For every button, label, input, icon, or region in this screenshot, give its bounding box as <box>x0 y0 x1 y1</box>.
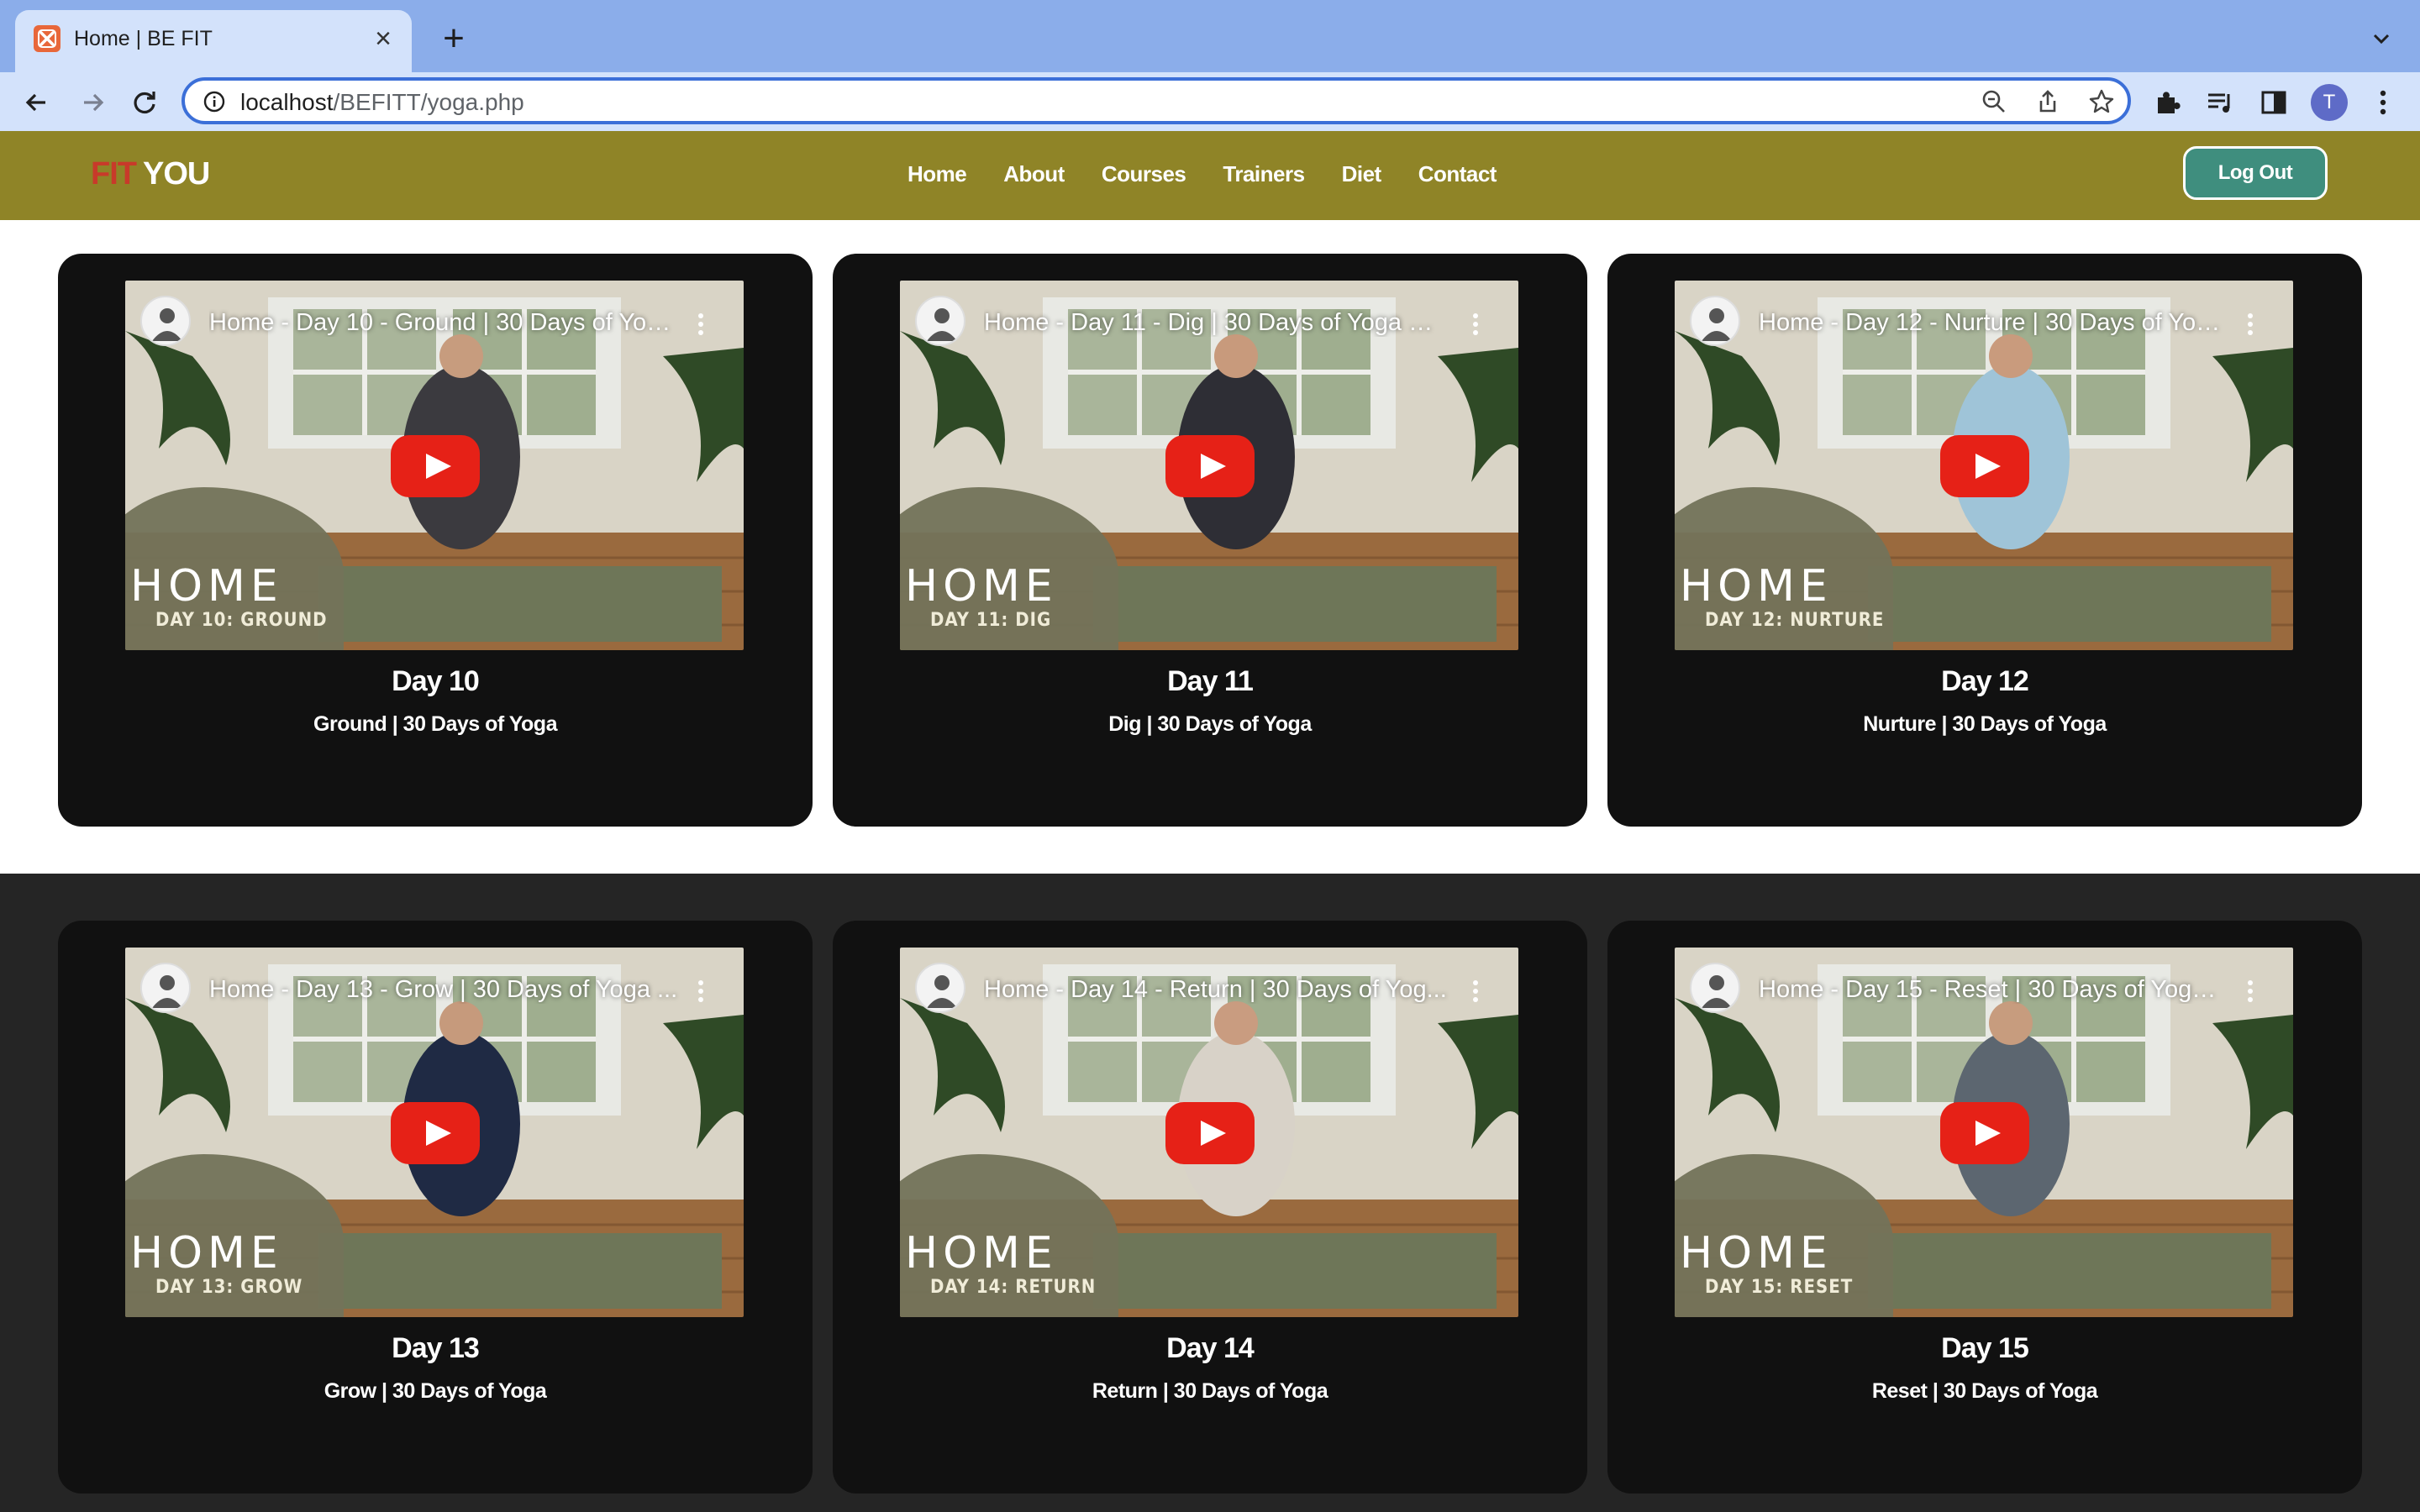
new-tab-icon[interactable]: + <box>437 20 471 57</box>
youtube-embed[interactable]: HOME DAY 10: GROUND Home - Day 10 - Grou… <box>125 281 744 650</box>
tab-search-chevron-icon[interactable] <box>2368 25 2395 52</box>
reload-icon[interactable] <box>128 86 161 119</box>
forward-arrow-icon[interactable] <box>76 86 109 119</box>
overlay-home-text: HOME <box>1680 1228 1833 1278</box>
youtube-embed[interactable]: HOME DAY 15: RESET Home - Day 15 - Reset… <box>1675 948 2293 1317</box>
nav-trainers[interactable]: Trainers <box>1223 161 1305 187</box>
share-icon[interactable] <box>2033 87 2062 116</box>
media-queue-icon[interactable] <box>2203 86 2237 119</box>
play-button-icon[interactable] <box>1165 1102 1255 1164</box>
youtube-embed[interactable]: HOME DAY 13: GROW Home - Day 13 - Grow |… <box>125 948 744 1317</box>
nav-about[interactable]: About <box>1003 161 1065 187</box>
channel-avatar[interactable] <box>1690 963 1740 1013</box>
back-arrow-icon[interactable] <box>20 86 54 119</box>
card-subtitle: Grow | 30 Days of Yoga <box>324 1379 547 1403</box>
logo-you: YOU <box>142 156 210 192</box>
card-title: Day 12 <box>1941 665 2029 697</box>
video-more-icon[interactable] <box>1471 312 1480 336</box>
nav-diet[interactable]: Diet <box>1342 161 1382 187</box>
nav-contact[interactable]: Contact <box>1418 161 1497 187</box>
overlay-home-text: HOME <box>130 561 283 612</box>
browser-toolbar: localhost/BEFITT/yoga.php T <box>0 72 2420 131</box>
video-title[interactable]: Home - Day 11 - Dig | 30 Days of Yoga Wi… <box>984 309 1455 337</box>
logo-fit: FIT <box>91 156 137 192</box>
video-more-icon[interactable] <box>697 312 705 336</box>
video-title[interactable]: Home - Day 15 - Reset | 30 Days of Yoga … <box>1759 976 2229 1004</box>
logout-button[interactable]: Log Out <box>2183 146 2328 200</box>
side-panel-icon[interactable] <box>2257 86 2291 119</box>
tab-close-icon[interactable]: × <box>368 24 398 54</box>
url-host: localhost <box>240 89 334 115</box>
video-title[interactable]: Home - Day 14 - Return | 30 Days of Yog.… <box>984 976 1455 1004</box>
channel-avatar[interactable] <box>915 296 965 346</box>
overlay-home-text: HOME <box>905 1228 1058 1278</box>
url-text: localhost/BEFITT/yoga.php <box>240 89 524 116</box>
zoom-icon[interactable] <box>1980 87 2008 116</box>
video-card-5: HOME DAY 14: RETURN Home - Day 14 - Retu… <box>833 921 1587 1494</box>
video-more-icon[interactable] <box>2246 979 2254 1003</box>
site-info-icon[interactable] <box>202 89 227 114</box>
play-button-icon[interactable] <box>391 435 480 497</box>
card-title: Day 11 <box>1167 665 1254 697</box>
overlay-day-text: DAY 14: RETURN <box>930 1277 1097 1298</box>
main-nav: Home About Courses Trainers Diet Contact <box>908 161 1534 187</box>
xampp-favicon-icon <box>34 25 60 52</box>
address-bar[interactable]: localhost/BEFITT/yoga.php <box>182 77 2131 124</box>
youtube-embed[interactable]: HOME DAY 12: NURTURE Home - Day 12 - Nur… <box>1675 281 2293 650</box>
video-title[interactable]: Home - Day 10 - Ground | 30 Days of Yog.… <box>209 309 680 337</box>
video-card-1: HOME DAY 10: GROUND Home - Day 10 - Grou… <box>58 254 813 827</box>
play-button-icon[interactable] <box>391 1102 480 1164</box>
play-button-icon[interactable] <box>1165 435 1255 497</box>
play-button-icon[interactable] <box>1940 435 2029 497</box>
card-subtitle: Return | 30 Days of Yoga <box>1092 1379 1328 1403</box>
youtube-embed[interactable]: HOME DAY 11: DIG Home - Day 11 - Dig | 3… <box>900 281 1518 650</box>
bookmark-star-icon[interactable] <box>2087 87 2116 116</box>
overlay-home-text: HOME <box>1680 561 1833 612</box>
video-more-icon[interactable] <box>1471 979 1480 1003</box>
video-card-3: HOME DAY 12: NURTURE Home - Day 12 - Nur… <box>1607 254 2362 827</box>
card-subtitle: Reset | 30 Days of Yoga <box>1871 1379 2098 1403</box>
video-more-icon[interactable] <box>697 979 705 1003</box>
tab-title: Home | BE FIT <box>74 27 213 50</box>
extensions-puzzle-icon[interactable] <box>2151 86 2185 119</box>
nav-home[interactable]: Home <box>908 161 967 187</box>
card-title: Day 14 <box>1166 1332 1255 1364</box>
overlay-day-text: DAY 11: DIG <box>930 610 1052 631</box>
browser-tab[interactable]: Home | BE FIT × <box>15 10 412 72</box>
channel-avatar[interactable] <box>1690 296 1740 346</box>
card-subtitle: Nurture | 30 Days of Yoga <box>1863 712 2107 736</box>
card-subtitle: Dig | 30 Days of Yoga <box>1108 712 1312 736</box>
kebab-menu-icon[interactable] <box>2366 86 2400 119</box>
overlay-day-text: DAY 15: RESET <box>1705 1277 1854 1298</box>
video-title[interactable]: Home - Day 13 - Grow | 30 Days of Yoga .… <box>209 976 680 1004</box>
nav-courses[interactable]: Courses <box>1102 161 1186 187</box>
video-more-icon[interactable] <box>2246 312 2254 336</box>
video-title[interactable]: Home - Day 12 - Nurture | 30 Days of Yog… <box>1759 309 2229 337</box>
channel-avatar[interactable] <box>140 963 191 1013</box>
card-title: Day 13 <box>392 1332 480 1364</box>
card-title: Day 10 <box>392 665 480 697</box>
channel-avatar[interactable] <box>915 963 965 1013</box>
video-card-6: HOME DAY 15: RESET Home - Day 15 - Reset… <box>1607 921 2362 1494</box>
url-path: /BEFITT/yoga.php <box>333 89 524 115</box>
video-card-4: HOME DAY 13: GROW Home - Day 13 - Grow |… <box>58 921 813 1494</box>
card-subtitle: Ground | 30 Days of Yoga <box>313 712 557 736</box>
play-button-icon[interactable] <box>1940 1102 2029 1164</box>
overlay-day-text: DAY 10: GROUND <box>155 610 328 631</box>
profile-avatar[interactable]: T <box>2311 84 2348 121</box>
site-logo[interactable]: FIT YOU <box>91 156 210 192</box>
video-card-2: HOME DAY 11: DIG Home - Day 11 - Dig | 3… <box>833 254 1587 827</box>
channel-avatar[interactable] <box>140 296 191 346</box>
site-header: FIT YOU Home About Courses Trainers Diet … <box>0 131 2420 220</box>
overlay-home-text: HOME <box>905 561 1058 612</box>
overlay-day-text: DAY 13: GROW <box>155 1277 303 1298</box>
card-title: Day 15 <box>1941 1332 2029 1364</box>
overlay-day-text: DAY 12: NURTURE <box>1705 610 1885 631</box>
browser-tab-bar: Home | BE FIT × + <box>0 0 2420 72</box>
overlay-home-text: HOME <box>130 1228 283 1278</box>
youtube-embed[interactable]: HOME DAY 14: RETURN Home - Day 14 - Retu… <box>900 948 1518 1317</box>
